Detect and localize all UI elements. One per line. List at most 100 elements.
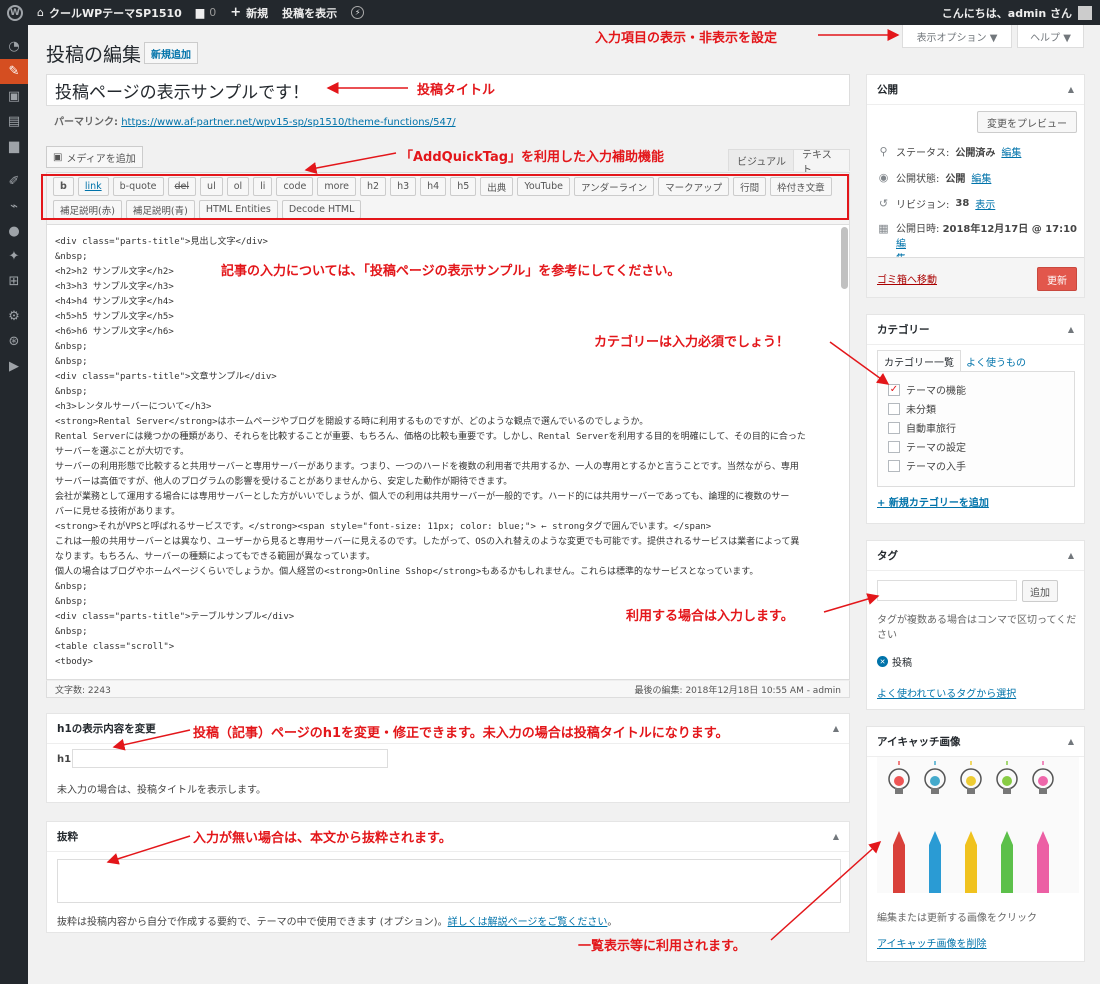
- settings-gear-icon[interactable]: ⚙: [0, 304, 28, 329]
- performance-menu[interactable]: ⚡: [344, 0, 371, 25]
- avatar[interactable]: [1078, 5, 1092, 20]
- category-checkbox[interactable]: [888, 459, 900, 472]
- quicktag-button[interactable]: マークアップ: [658, 177, 730, 196]
- media-icon[interactable]: ▣: [0, 84, 28, 109]
- comments-icon[interactable]: ▆: [0, 134, 28, 159]
- plugins-icon[interactable]: ⌁: [0, 194, 28, 219]
- quicktag-button[interactable]: HTML Entities: [198, 200, 278, 219]
- toggle-arrow-icon[interactable]: ▲: [1068, 325, 1074, 334]
- quicktag-button[interactable]: more: [317, 177, 356, 196]
- toggle-arrow-icon[interactable]: ▲: [833, 832, 839, 841]
- toggle-arrow-icon[interactable]: ▲: [1068, 737, 1074, 746]
- category-checkbox[interactable]: [888, 440, 900, 453]
- wp-logo-menu[interactable]: W: [0, 0, 30, 25]
- quicktag-button[interactable]: code: [276, 177, 314, 196]
- editor-scrollbar[interactable]: [841, 227, 848, 289]
- new-content-menu[interactable]: + 新規: [223, 0, 275, 25]
- preview-changes-button[interactable]: 変更をプレビュー: [977, 111, 1077, 133]
- site-name-menu[interactable]: ⌂ クールWPテーマSP1510: [30, 0, 189, 25]
- quicktag-button[interactable]: アンダーライン: [573, 177, 655, 196]
- add-tag-button[interactable]: 追加: [1022, 580, 1058, 602]
- site-name: クールWPテーマSP1510: [48, 6, 182, 20]
- add-media-button[interactable]: ▣ メディアを追加: [46, 146, 143, 168]
- category-item[interactable]: 未分類: [888, 399, 1064, 418]
- date-edit-link-part1[interactable]: 編: [896, 239, 906, 250]
- quicktag-button[interactable]: 補足説明(青): [125, 200, 195, 219]
- view-post-link[interactable]: 投稿を表示: [275, 0, 344, 25]
- add-new-button[interactable]: 新規追加: [144, 42, 198, 64]
- category-item[interactable]: 自動車旅行: [888, 418, 1064, 437]
- revisions-link[interactable]: 表示: [975, 196, 995, 211]
- visibility-edit-link[interactable]: 編集: [971, 170, 991, 185]
- plus-icon: +: [230, 5, 242, 20]
- quicktag-button[interactable]: h5: [450, 177, 477, 196]
- quicktag-button[interactable]: 枠付き文章: [770, 177, 832, 196]
- quicktag-button[interactable]: del: [167, 177, 197, 196]
- settings-panel-icon[interactable]: ⊞: [0, 269, 28, 294]
- quicktag-button[interactable]: b: [53, 177, 74, 196]
- tab-all-categories[interactable]: カテゴリー一覧: [877, 350, 961, 372]
- category-checkbox[interactable]: [888, 402, 900, 415]
- category-item[interactable]: テーマの入手: [888, 456, 1064, 475]
- pages-icon[interactable]: ▤: [0, 109, 28, 134]
- dashboard-icon[interactable]: ◔: [0, 34, 28, 59]
- toggle-arrow-icon[interactable]: ▲: [833, 724, 839, 733]
- quicktag-button[interactable]: h3: [390, 177, 417, 196]
- quicktag-button[interactable]: 行間: [733, 177, 767, 196]
- appearance-icon[interactable]: ✐: [0, 169, 28, 194]
- add-new-category-link[interactable]: + 新規カテゴリーを追加: [877, 494, 989, 509]
- quicktag-button[interactable]: h2: [359, 177, 387, 196]
- h1-postbox-title: h1の表示内容を変更: [57, 723, 156, 735]
- toggle-arrow-icon[interactable]: ▲: [1068, 551, 1074, 560]
- category-checkbox[interactable]: ✓: [888, 383, 900, 396]
- excerpt-help-link[interactable]: 詳しくは解説ページをご覧ください: [448, 917, 608, 928]
- featured-image-postbox-header[interactable]: アイキャッチ画像 ▲: [867, 727, 1084, 757]
- users-icon[interactable]: ●: [0, 219, 28, 244]
- quicktag-button[interactable]: YouTube: [517, 177, 570, 196]
- toggle-arrow-icon[interactable]: ▲: [1068, 85, 1074, 94]
- category-item[interactable]: ✓ テーマの機能: [888, 380, 1064, 399]
- category-postbox-header[interactable]: カテゴリー ▲: [867, 315, 1084, 345]
- excerpt-textarea[interactable]: [57, 859, 841, 903]
- comments-menu[interactable]: ▆ 0: [189, 0, 223, 25]
- tab-visual[interactable]: ビジュアル: [728, 149, 795, 171]
- remove-featured-image-link[interactable]: アイキャッチ画像を削除: [877, 935, 987, 950]
- page-title: 投稿の編集: [46, 44, 142, 66]
- h1-input[interactable]: [72, 749, 388, 768]
- trash-link[interactable]: ゴミ箱へ移動: [877, 271, 937, 286]
- code-line: <strong>それがVPSと呼ばれるサービスです。</strong><span…: [55, 522, 712, 532]
- quicktag-button[interactable]: ol: [226, 177, 250, 196]
- status-edit-link[interactable]: 編集: [1001, 144, 1021, 159]
- tag-postbox-header[interactable]: タグ ▲: [867, 541, 1084, 571]
- quicktag-button[interactable]: h4: [420, 177, 447, 196]
- new-tag-input[interactable]: [877, 580, 1017, 601]
- quicktag-button[interactable]: ul: [200, 177, 223, 196]
- quicktag-button[interactable]: li: [253, 177, 273, 196]
- collapse-menu-icon[interactable]: ▶: [0, 354, 28, 379]
- plugin-lightning-icon[interactable]: ⊛: [0, 329, 28, 354]
- tab-text[interactable]: テキスト: [793, 149, 850, 176]
- quicktag-button[interactable]: Decode HTML: [281, 200, 362, 219]
- quicktag-button[interactable]: b-quote: [112, 177, 164, 196]
- tag-postbox-title: タグ: [877, 550, 898, 562]
- publish-postbox-header[interactable]: 公開 ▲: [867, 75, 1084, 105]
- tab-popular-categories[interactable]: よく使うもの: [960, 350, 1032, 372]
- greeting[interactable]: こんにちは、admin さん: [942, 5, 1072, 21]
- help-button[interactable]: ヘルプ ▼: [1017, 25, 1084, 48]
- code-line: <div class="parts-title">文章サンプル</div>: [55, 372, 277, 382]
- category-item[interactable]: テーマの設定: [888, 437, 1064, 456]
- category-label: テーマの入手: [906, 462, 966, 473]
- featured-image[interactable]: [877, 757, 1079, 893]
- category-checkbox[interactable]: [888, 421, 900, 434]
- tools-icon[interactable]: ✦: [0, 244, 28, 269]
- update-button[interactable]: 更新: [1037, 267, 1077, 291]
- popular-tags-link[interactable]: よく使われているタグから選択: [877, 685, 1016, 700]
- quicktag-button[interactable]: link: [77, 177, 109, 196]
- quicktag-button[interactable]: 補足説明(赤): [53, 200, 122, 219]
- quicktag-button[interactable]: 出典: [480, 177, 514, 196]
- posts-pin-icon[interactable]: ✎: [0, 59, 28, 84]
- remove-tag-icon[interactable]: ✕: [877, 656, 888, 667]
- home-icon: ⌂: [37, 6, 44, 19]
- screen-options-button[interactable]: 表示オプション ▼: [902, 25, 1012, 48]
- permalink-url[interactable]: https://www.af-partner.net/wpv15-sp/sp15…: [121, 117, 455, 128]
